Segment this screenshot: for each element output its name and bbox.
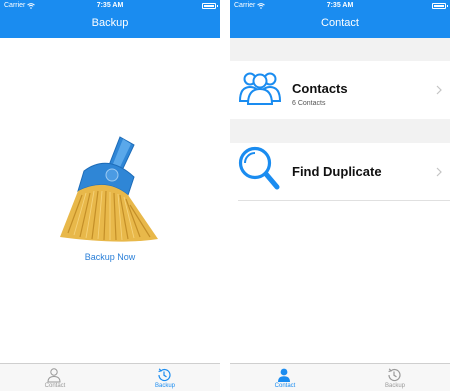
status-time: 7:35 AM <box>326 2 354 9</box>
screen-gap <box>220 0 230 391</box>
chevron-right-icon <box>436 85 442 95</box>
backup-content: Backup Now <box>0 38 220 363</box>
list-empty-area <box>230 201 450 363</box>
tab-contact[interactable]: Contact <box>0 364 110 391</box>
tab-label: Backup <box>154 383 175 389</box>
person-outline-icon <box>47 368 61 383</box>
tab-contact[interactable]: Contact <box>230 364 340 391</box>
nav-bar: Carrier 7:35 AM Backup <box>0 0 220 38</box>
history-clock-icon <box>158 368 171 382</box>
row-title: Find Duplicate <box>292 164 382 179</box>
tab-bar: Contact Backup <box>230 363 450 391</box>
list-item-contacts[interactable]: Contacts 6 Contacts <box>230 61 450 119</box>
chevron-right-icon <box>436 167 442 177</box>
status-bar: Carrier 7:35 AM <box>230 0 450 12</box>
page-title: Contact <box>321 17 359 29</box>
status-time: 7:35 AM <box>96 2 124 9</box>
person-filled-icon <box>278 368 290 382</box>
backup-screen: Carrier 7:35 AM Backup Backup Now Contac… <box>0 0 220 391</box>
tab-label: Contact <box>274 383 296 389</box>
contact-screen: Carrier 7:35 AM Contact Contacts 6 Conta… <box>230 0 450 391</box>
tab-backup[interactable]: Backup <box>340 364 450 391</box>
people-group-icon <box>238 72 282 105</box>
tab-label: Backup <box>384 383 405 389</box>
tab-label: Contact <box>44 383 66 389</box>
row-title: Contacts <box>292 81 348 96</box>
tab-backup[interactable]: Backup <box>110 364 220 391</box>
nav-bar: Carrier 7:35 AM Contact <box>230 0 450 38</box>
list-item-find-duplicate[interactable]: Find Duplicate <box>230 143 450 201</box>
battery-icon <box>432 3 448 9</box>
battery-icon <box>202 3 218 9</box>
history-clock-icon <box>388 368 401 382</box>
page-title: Backup <box>91 17 129 29</box>
backup-now-link[interactable]: Backup Now <box>0 252 220 262</box>
tab-bar: Contact Backup <box>0 363 220 391</box>
magnifier-icon <box>238 146 280 190</box>
broom-icon[interactable] <box>48 133 168 245</box>
contact-list: Contacts 6 Contacts Find Duplicate <box>230 38 450 363</box>
status-bar: Carrier 7:35 AM <box>0 0 220 12</box>
row-subtitle: 6 Contacts <box>292 100 326 107</box>
